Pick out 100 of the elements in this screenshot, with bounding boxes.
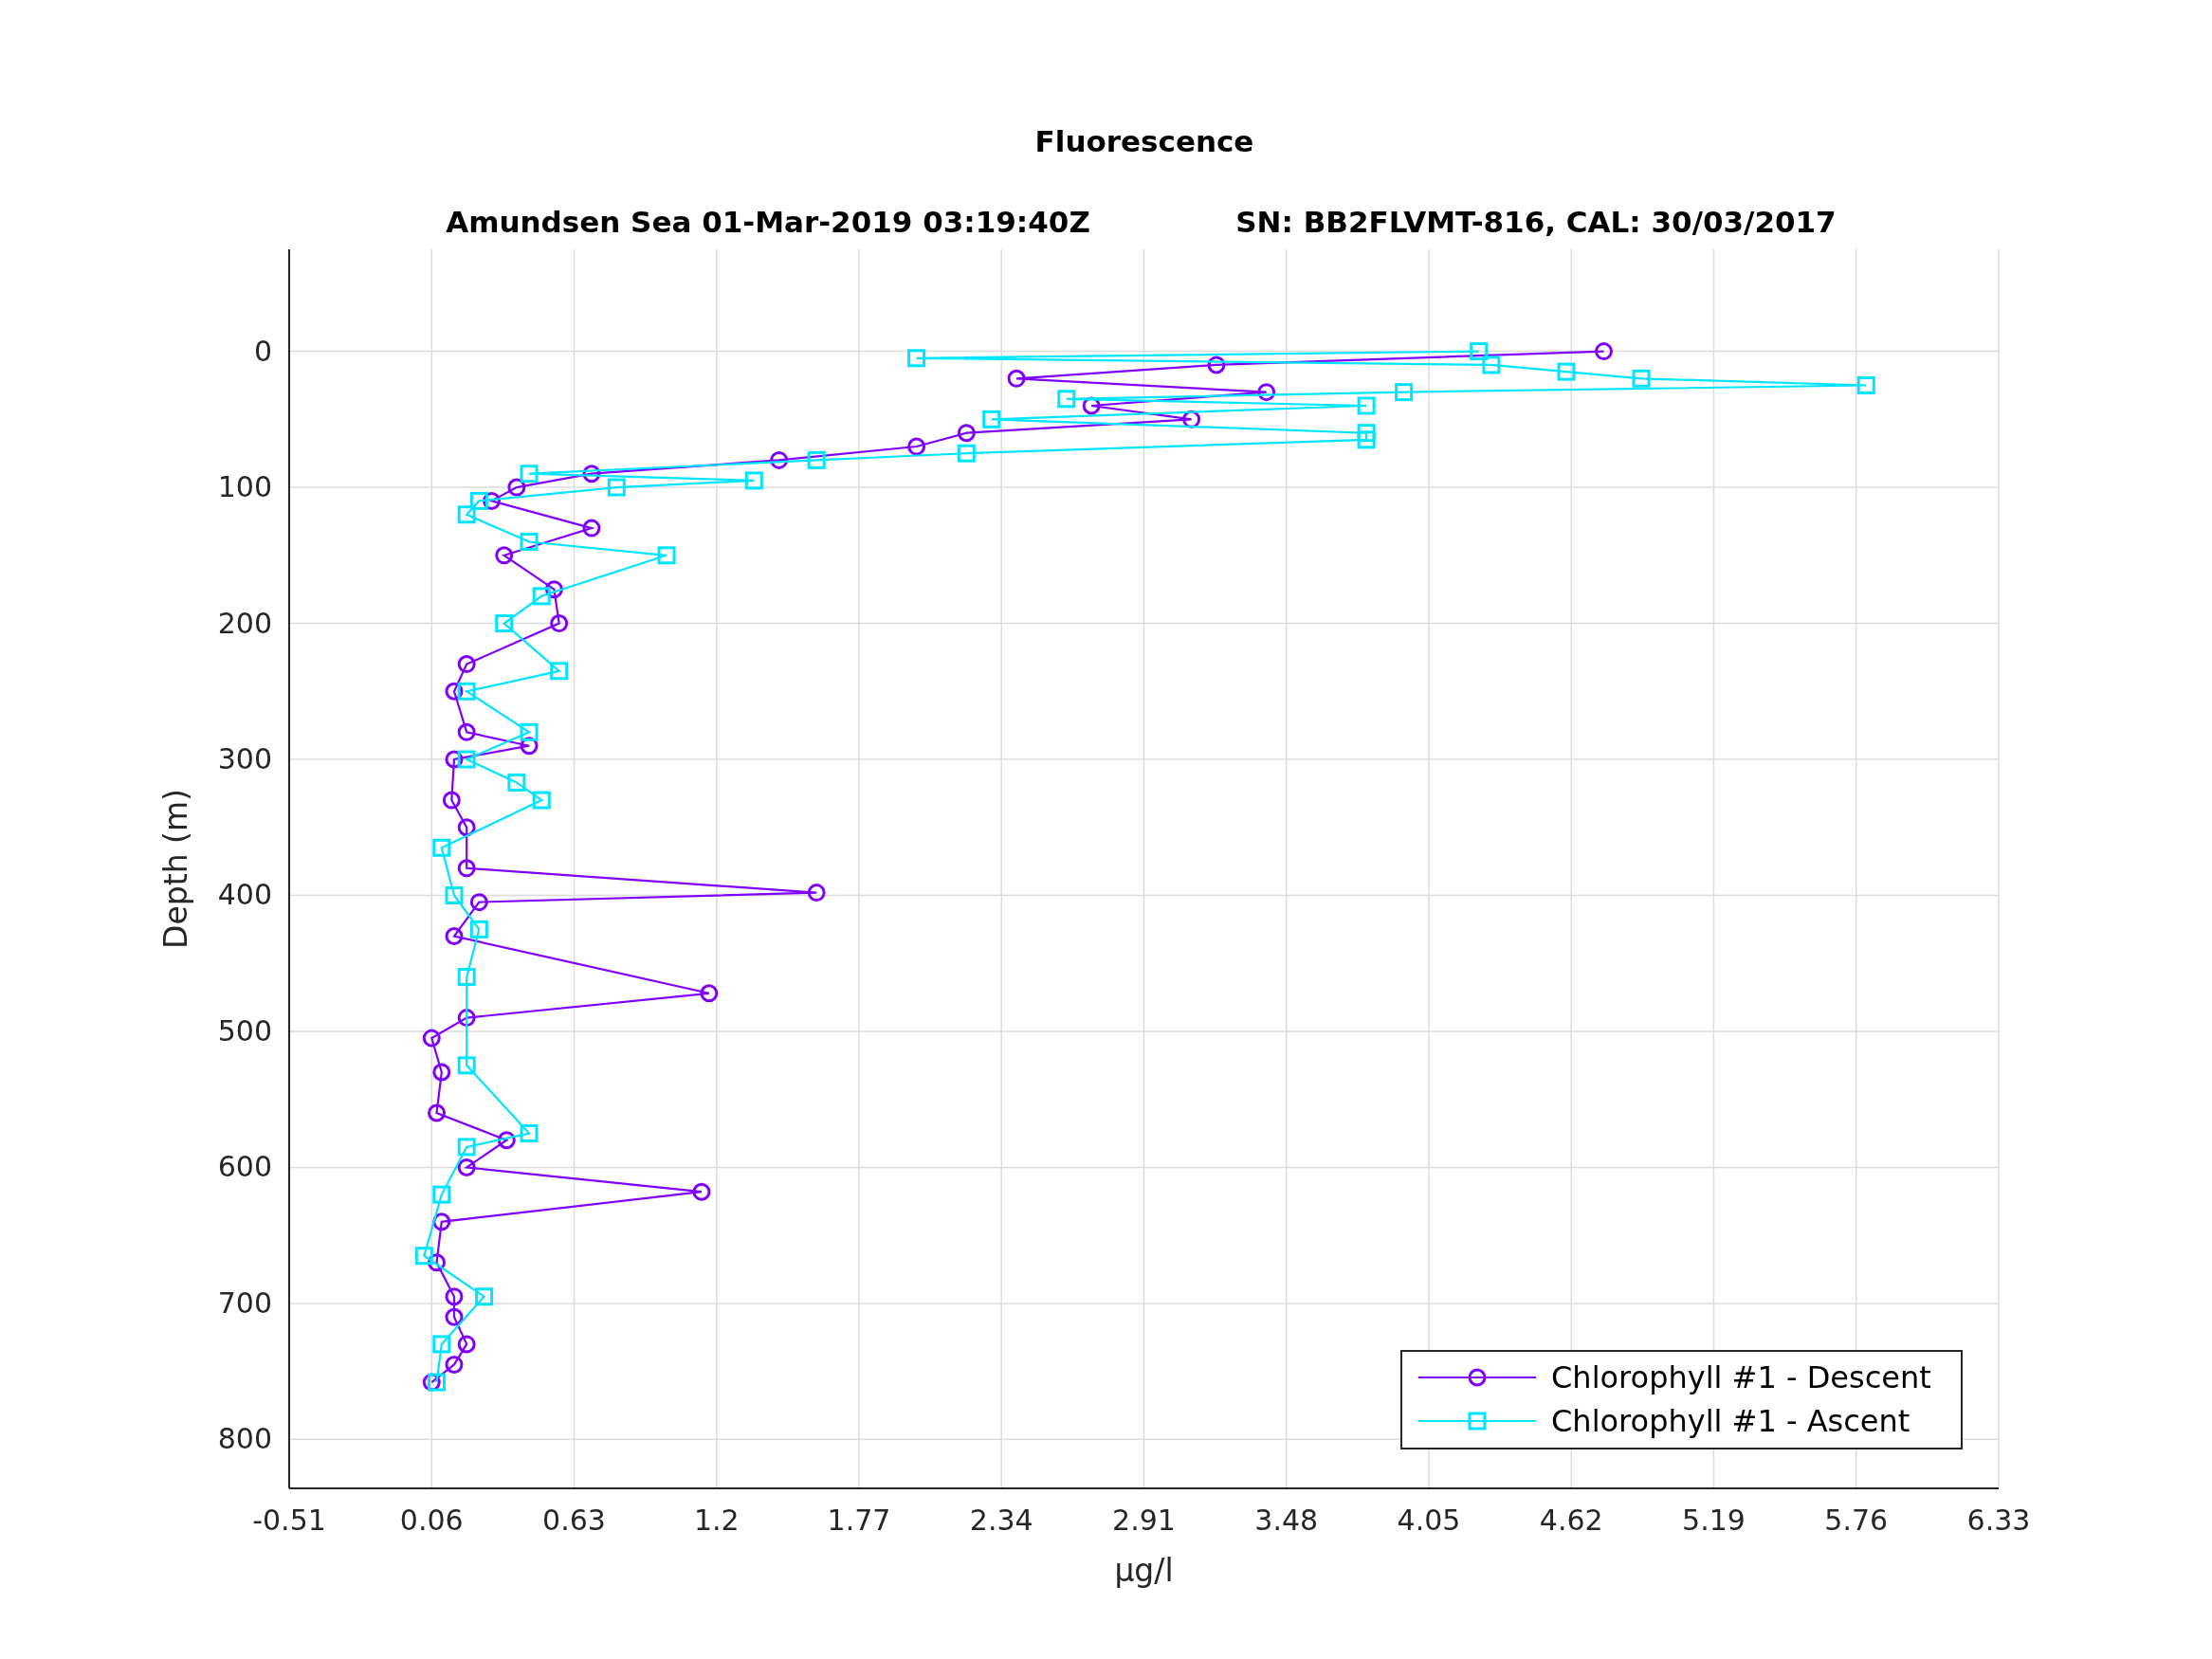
data-point — [957, 444, 976, 463]
data-point — [445, 1287, 464, 1306]
chart-subtitle: SN: BB2FLVMT-816, CAL: 30/03/2017 — [1235, 205, 1837, 239]
data-point — [457, 968, 476, 987]
chart-title: Fluorescence — [1034, 124, 1254, 158]
legend-label: Chlorophyll #1 - Descent — [1551, 1359, 1931, 1395]
x-tick-label: 4.62 — [1539, 1504, 1603, 1537]
data-point — [544, 580, 563, 599]
data-point — [1482, 356, 1501, 374]
data-point — [1357, 424, 1376, 443]
data-point — [428, 1103, 446, 1122]
data-point — [1395, 383, 1414, 402]
data-point — [422, 1029, 441, 1048]
data-point — [582, 519, 601, 538]
data-point — [550, 662, 569, 681]
data-point — [457, 1335, 476, 1354]
data-point — [483, 491, 501, 510]
data-point — [550, 614, 569, 633]
data-point — [445, 927, 464, 945]
data-point — [457, 722, 476, 741]
data-point — [457, 1056, 476, 1075]
data-point — [469, 893, 488, 912]
data-point — [957, 424, 976, 443]
data-point — [520, 465, 539, 483]
data-point — [442, 791, 461, 810]
data-point — [1632, 369, 1651, 388]
x-tick-label: 1.77 — [827, 1504, 891, 1537]
data-point — [1357, 396, 1376, 415]
x-tick-label: 2.91 — [1112, 1504, 1176, 1537]
x-tick-label: 1.2 — [693, 1504, 740, 1537]
y-tick-label: 200 — [217, 606, 272, 640]
data-point — [1182, 410, 1201, 428]
data-point — [457, 682, 476, 701]
data-point — [1207, 356, 1226, 374]
data-point — [657, 546, 676, 565]
y-tick-label: 0 — [253, 334, 272, 368]
data-point — [428, 1253, 446, 1272]
data-point — [457, 655, 476, 674]
x-axis-label: μg/l — [1114, 1552, 1174, 1589]
data-point — [469, 491, 488, 510]
x-tick-label: 4.05 — [1397, 1504, 1461, 1537]
data-point — [1557, 362, 1576, 381]
y-tick-label: 700 — [217, 1285, 272, 1320]
data-point — [422, 1373, 441, 1392]
data-point — [582, 465, 601, 483]
data-point — [1057, 390, 1076, 409]
x-tick-label: 0.06 — [399, 1504, 464, 1537]
data-point — [520, 722, 539, 741]
data-point — [700, 984, 719, 1003]
data-point — [1257, 383, 1276, 402]
data-point — [445, 1355, 464, 1374]
y-axis-label: Depth (m) — [157, 789, 194, 949]
data-point — [520, 532, 539, 551]
y-tick-label: 300 — [217, 742, 272, 775]
data-point — [445, 886, 464, 904]
data-point — [432, 838, 451, 857]
data-point — [495, 614, 514, 633]
data-point — [744, 471, 763, 490]
data-point — [1007, 369, 1026, 388]
data-point — [495, 546, 514, 565]
data-point — [432, 1335, 451, 1354]
data-point — [414, 1247, 433, 1266]
data-point — [457, 505, 476, 524]
x-tick-label: 3.48 — [1254, 1504, 1319, 1537]
x-tick-label: 5.76 — [1824, 1504, 1889, 1537]
data-point — [520, 1124, 539, 1143]
data-point — [469, 920, 488, 939]
legend-label: Chlorophyll #1 - Ascent — [1551, 1403, 1910, 1439]
y-tick-label: 800 — [217, 1422, 272, 1456]
data-point — [1595, 342, 1613, 361]
data-point — [432, 1185, 451, 1204]
data-point — [520, 737, 539, 756]
chart-subtitle: Amundsen Sea 01-Mar-2019 03:19:40Z — [446, 205, 1090, 239]
data-point — [532, 587, 551, 606]
data-point — [445, 750, 464, 769]
data-point — [432, 1212, 451, 1231]
x-tick-label: 2.34 — [969, 1504, 1033, 1537]
data-point — [432, 1063, 451, 1082]
y-tick-label: 100 — [217, 470, 272, 504]
data-point — [507, 478, 526, 497]
data-point — [457, 818, 476, 837]
data-point — [497, 1131, 516, 1150]
data-point — [1856, 375, 1875, 394]
y-tick-label: 400 — [217, 878, 272, 912]
x-tick-label: 6.33 — [1966, 1504, 2031, 1537]
data-point — [457, 1158, 476, 1176]
y-tick-label: 600 — [217, 1150, 272, 1184]
x-tick-label: 5.19 — [1682, 1504, 1746, 1537]
data-point — [507, 773, 526, 792]
data-point — [770, 450, 789, 469]
x-tick-label: 0.63 — [542, 1504, 606, 1537]
data-point — [807, 884, 826, 902]
data-point — [692, 1182, 711, 1201]
data-point — [457, 750, 476, 769]
data-point — [457, 1138, 476, 1157]
data-point — [457, 1009, 476, 1028]
data-point — [445, 1307, 464, 1326]
data-point — [1470, 342, 1489, 361]
data-point — [445, 682, 464, 701]
data-point — [457, 859, 476, 878]
